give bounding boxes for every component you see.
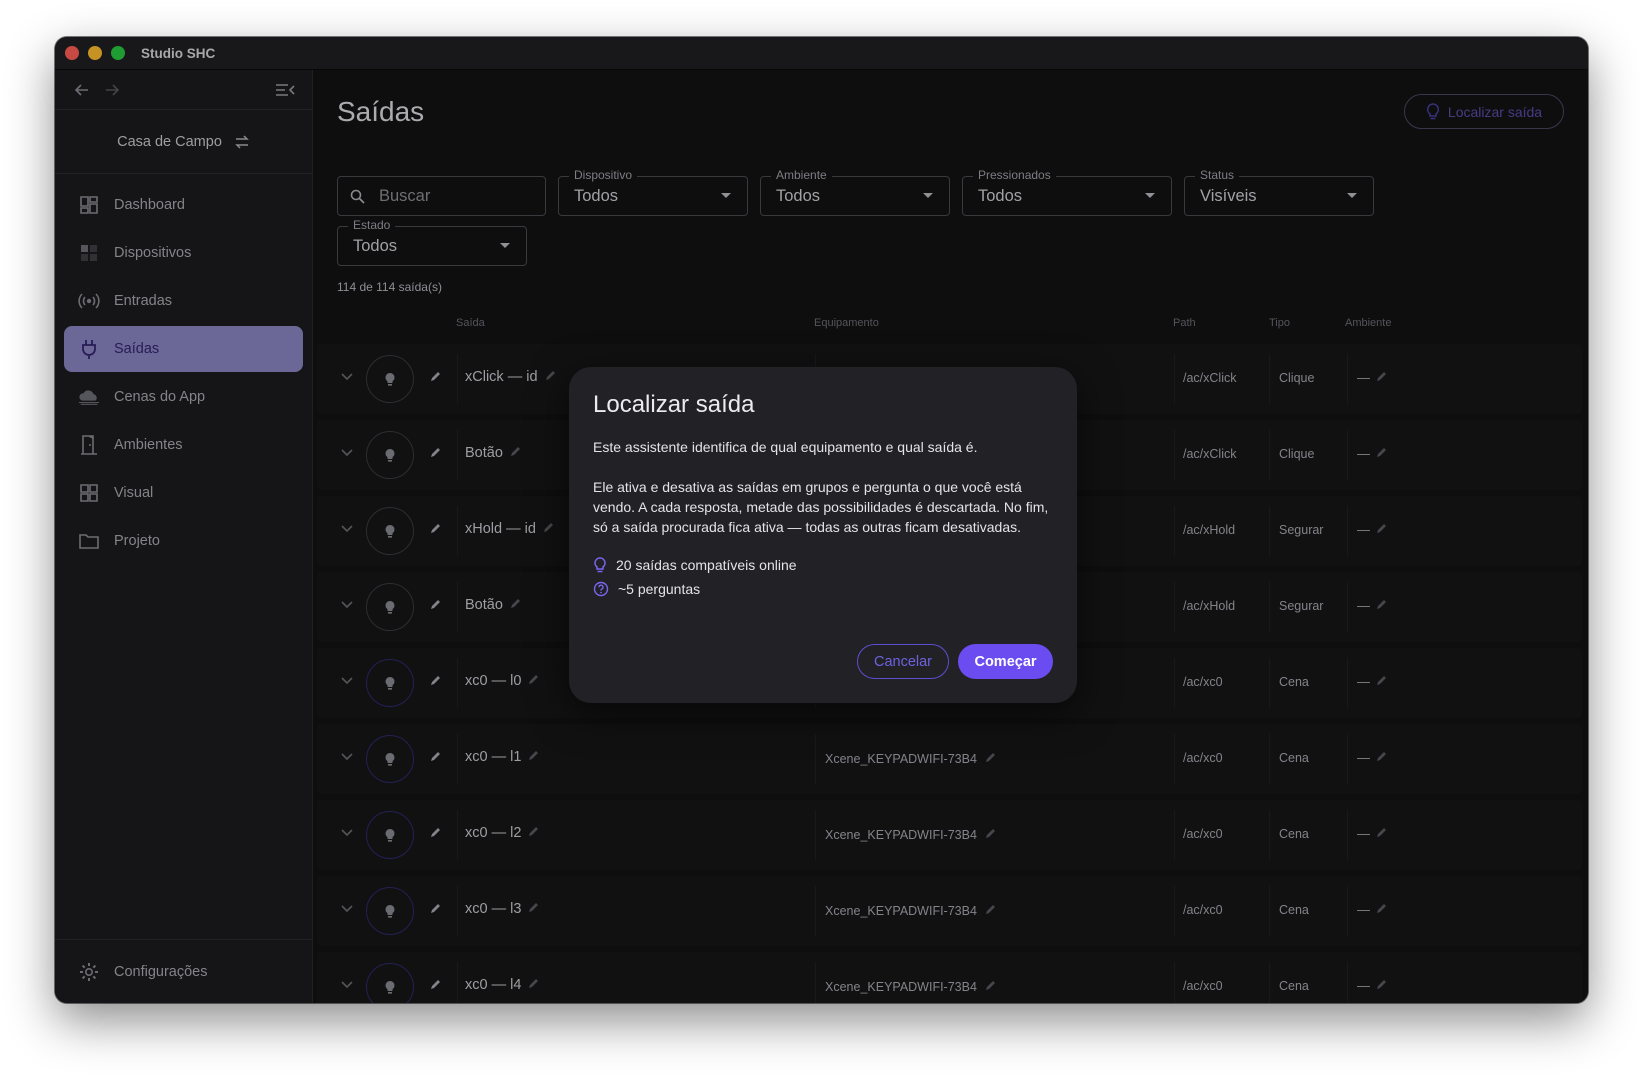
dialog-intro: Este assistente identifica de qual equip… (593, 439, 978, 455)
cancel-button[interactable]: Cancelar (857, 644, 949, 679)
questions-text: ~5 perguntas (618, 581, 701, 597)
lightbulb-icon (594, 556, 606, 572)
locate-output-dialog: Localizar saída Este assistente identifi… (569, 367, 1077, 703)
dialog-description: Ele ativa e desativa as saídas em grupos… (593, 479, 1049, 535)
start-button[interactable]: Começar (958, 644, 1053, 679)
compatible-outputs-stat: 20 saídas compatíveis online (593, 553, 1053, 577)
dialog-title: Localizar saída (593, 391, 755, 418)
app-window: Studio SHC Casa de Campo Dashboard Dispo… (55, 37, 1588, 1003)
dialog-actions: Cancelar Começar (857, 644, 1053, 679)
compatible-outputs-text: 20 saídas compatíveis online (616, 557, 797, 573)
questions-stat: ~5 perguntas (593, 577, 1053, 601)
question-circle-icon (593, 581, 609, 597)
